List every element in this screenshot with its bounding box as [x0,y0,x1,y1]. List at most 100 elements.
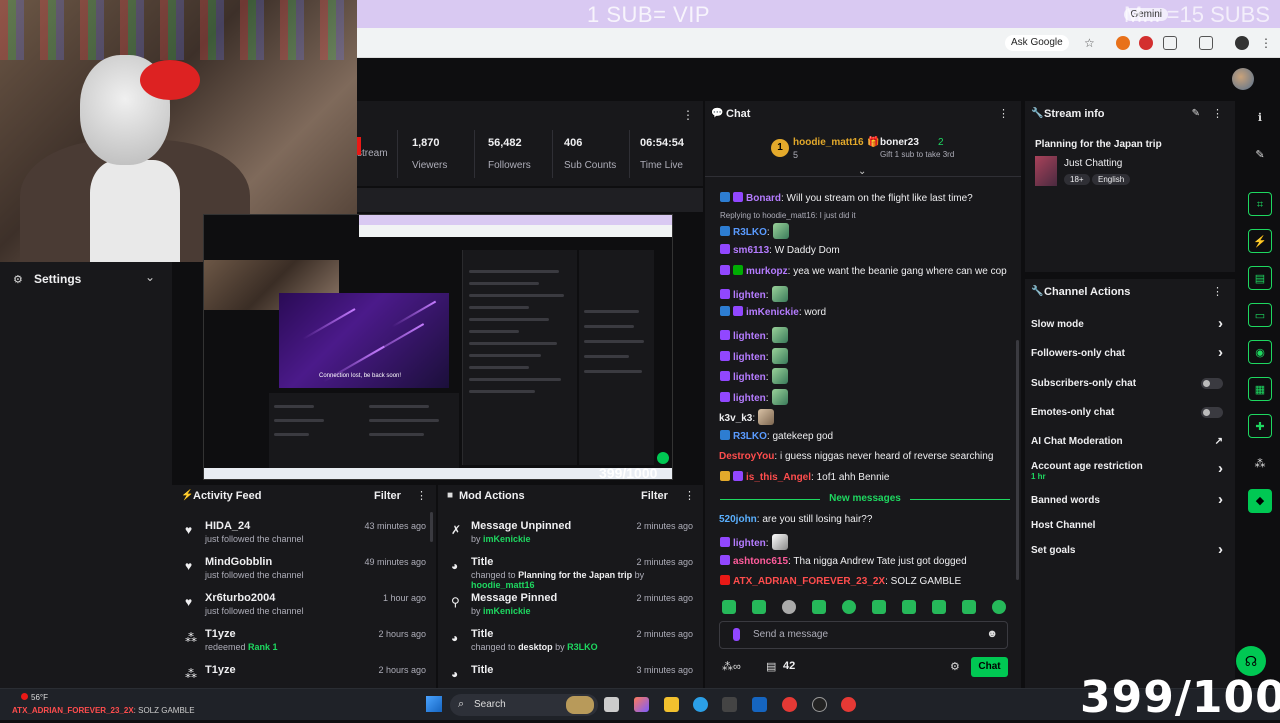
broadcast-icon[interactable]: ◉ [1248,340,1272,364]
chat-message[interactable]: sm6113: W Daddy Dom [720,244,840,256]
taskbar-search[interactable]: ⌕ Search [450,694,598,716]
extension-icon[interactable]: ◆ [1248,489,1272,513]
chat-message[interactable]: lighten: [720,286,788,302]
chat-user[interactable]: is_this_Angel [746,472,811,483]
chat-message[interactable]: lighten: [720,389,788,405]
chat-message[interactable]: R3LKO: [720,223,789,239]
chat-message[interactable]: lighten: [720,534,788,550]
action-ai-moderation[interactable]: AI Chat Moderation ↗ [1031,432,1229,454]
chat-user[interactable]: lighten [733,331,766,342]
bolt-icon[interactable]: ⚡ [1248,229,1272,253]
chat-send-button[interactable]: Chat [971,657,1008,677]
document-icon[interactable]: ▤ [1248,266,1272,290]
copilot-icon[interactable] [634,697,649,712]
action-followers-only[interactable]: Followers-only chat › [1031,344,1229,366]
chat-user[interactable]: R3LKO [733,431,767,442]
chat-user[interactable]: 520john [719,514,757,525]
chat-scrollbar[interactable] [1016,340,1019,580]
user-avatar[interactable] [1232,68,1254,90]
chat-user[interactable]: imKenickie [746,307,799,318]
chat-message[interactable]: ATX_ADRIAN_FOREVER_23_2X: SOLZ GAMBLE [720,575,961,587]
adblock-icon[interactable] [1139,36,1153,50]
star-icon[interactable]: ☆ [1084,36,1098,50]
mod-filter-button[interactable]: Filter [641,490,668,502]
emote-button[interactable] [782,600,796,614]
activity-item[interactable]: ♥ Xr6turbo2004 just followed the channel… [172,592,436,628]
emote-button[interactable] [752,600,766,614]
ask-google-button[interactable]: Ask Google [1005,35,1069,51]
toggle-switch[interactable] [1201,407,1223,418]
mod-item[interactable]: ◕ Title changed to Planning for the Japa… [438,556,703,592]
pencil-icon[interactable]: ✎ [1248,143,1272,167]
mod-item[interactable]: ◕ Title 3 minutes ago [438,664,703,688]
chat-message[interactable]: lighten: [720,348,788,364]
obs-icon[interactable] [812,697,827,712]
windows-start-icon[interactable] [426,696,442,712]
chat-user[interactable]: ATX_ADRIAN_FOREVER_23_2X [733,576,885,587]
reading-list-icon[interactable] [1199,36,1213,50]
mod-item[interactable]: ✗ Message Unpinned by imKenickie 2 minut… [438,520,703,556]
chat-user[interactable]: lighten [733,538,766,549]
emote-button[interactable] [902,600,916,614]
action-emotes-only[interactable]: Emotes-only chat [1031,403,1229,425]
chat-settings-icon[interactable]: ⚙ [950,660,960,673]
emote-button[interactable] [842,600,856,614]
activity-item[interactable]: ⁂ T1yze redeemed Rank 1 2 hours ago [172,628,436,664]
chat-user[interactable]: Bonard [746,193,781,204]
chat-input[interactable]: Send a message ☻ [719,621,1008,649]
emote-button[interactable] [872,600,886,614]
action-banned-words[interactable]: Banned words › [1031,491,1229,513]
chat-user[interactable]: R3LKO [733,227,767,238]
chat-user[interactable]: k3v_k3 [719,413,752,424]
toggle-switch[interactable] [1201,378,1223,389]
stream-preview[interactable]: Connection lost, be back soon! 399/1000 [203,214,673,480]
activity-item[interactable]: ♥ MindGobblin just followed the channel … [172,556,436,592]
chat-user[interactable]: DestroyYou [719,451,774,462]
chat-message[interactable]: imKenickie: word [720,306,826,318]
chat-message[interactable]: lighten: [720,327,788,343]
mod-more-icon[interactable]: ⋮ [684,489,695,502]
action-slow-mode[interactable]: Slow mode › [1031,315,1229,337]
profile-icon[interactable] [1235,36,1249,50]
emote-button[interactable] [962,600,976,614]
tag-pill[interactable]: English [1092,174,1131,185]
chat-message[interactable]: is_this_Angel: 1of1 ahh Bennie [720,471,889,483]
chat-message[interactable]: 520john: are you still losing hair?? [719,514,872,525]
emote-button[interactable] [812,600,826,614]
chat-message[interactable]: k3v_k3: [719,409,775,425]
chat-user[interactable]: murkopz [746,266,788,277]
chat-user[interactable]: lighten [733,352,766,363]
chat-message[interactable]: murkopz: yea we want the beanie gang whe… [720,265,1007,277]
outlook-icon[interactable] [752,697,767,712]
chat-icon[interactable]: ▭ [1248,303,1272,327]
extensions-puzzle-icon[interactable] [1163,36,1177,50]
activity-item[interactable]: ♥ HIDA_24 just followed the channel 43 m… [172,520,436,556]
info-icon[interactable]: ℹ [1248,106,1272,130]
wrench-icon[interactable]: ✚ [1248,414,1272,438]
stream-info-more-icon[interactable]: ⋮ [1212,107,1223,120]
layout-icon[interactable]: ▦ [1248,377,1272,401]
emote-button[interactable] [722,600,736,614]
action-subscribers-only[interactable]: Subscribers-only chat [1031,374,1229,396]
chat-message[interactable]: R3LKO: gatekeep god [720,430,833,442]
mod-item[interactable]: ◕ Title changed to desktop by R3LKO 2 mi… [438,628,703,664]
stats-more-icon[interactable]: ⋮ [682,108,694,122]
activity-item[interactable]: ⁂ T1yze 2 hours ago [172,664,436,688]
tag-pill[interactable]: 18+ [1064,174,1090,185]
action-set-goals[interactable]: Set goals › [1031,541,1229,563]
activity-filter-button[interactable]: Filter [374,490,401,502]
chat-more-icon[interactable]: ⋮ [998,107,1009,120]
emote-button[interactable] [932,600,946,614]
edit-icon[interactable]: ✎ [1192,108,1200,119]
channel-points-icon[interactable]: ⁂∞ [722,660,741,673]
file-explorer-icon[interactable] [664,697,679,712]
chrome-profile-icon[interactable] [841,697,856,712]
settings-toggle[interactable]: ⚙ Settings ⌄ [0,264,172,294]
channel-actions-more-icon[interactable]: ⋮ [1212,285,1223,298]
action-account-age[interactable]: Account age restriction 1 hr › [1031,457,1229,485]
action-host-channel[interactable]: Host Channel [1031,516,1229,538]
activity-more-icon[interactable]: ⋮ [416,489,427,502]
chat-message[interactable]: DestroyYou: i guess niggas never heard o… [719,451,993,462]
chat-user[interactable]: ashtonc615 [733,556,788,567]
mod-item[interactable]: ⚲ Message Pinned by imKenickie 2 minutes… [438,592,703,628]
